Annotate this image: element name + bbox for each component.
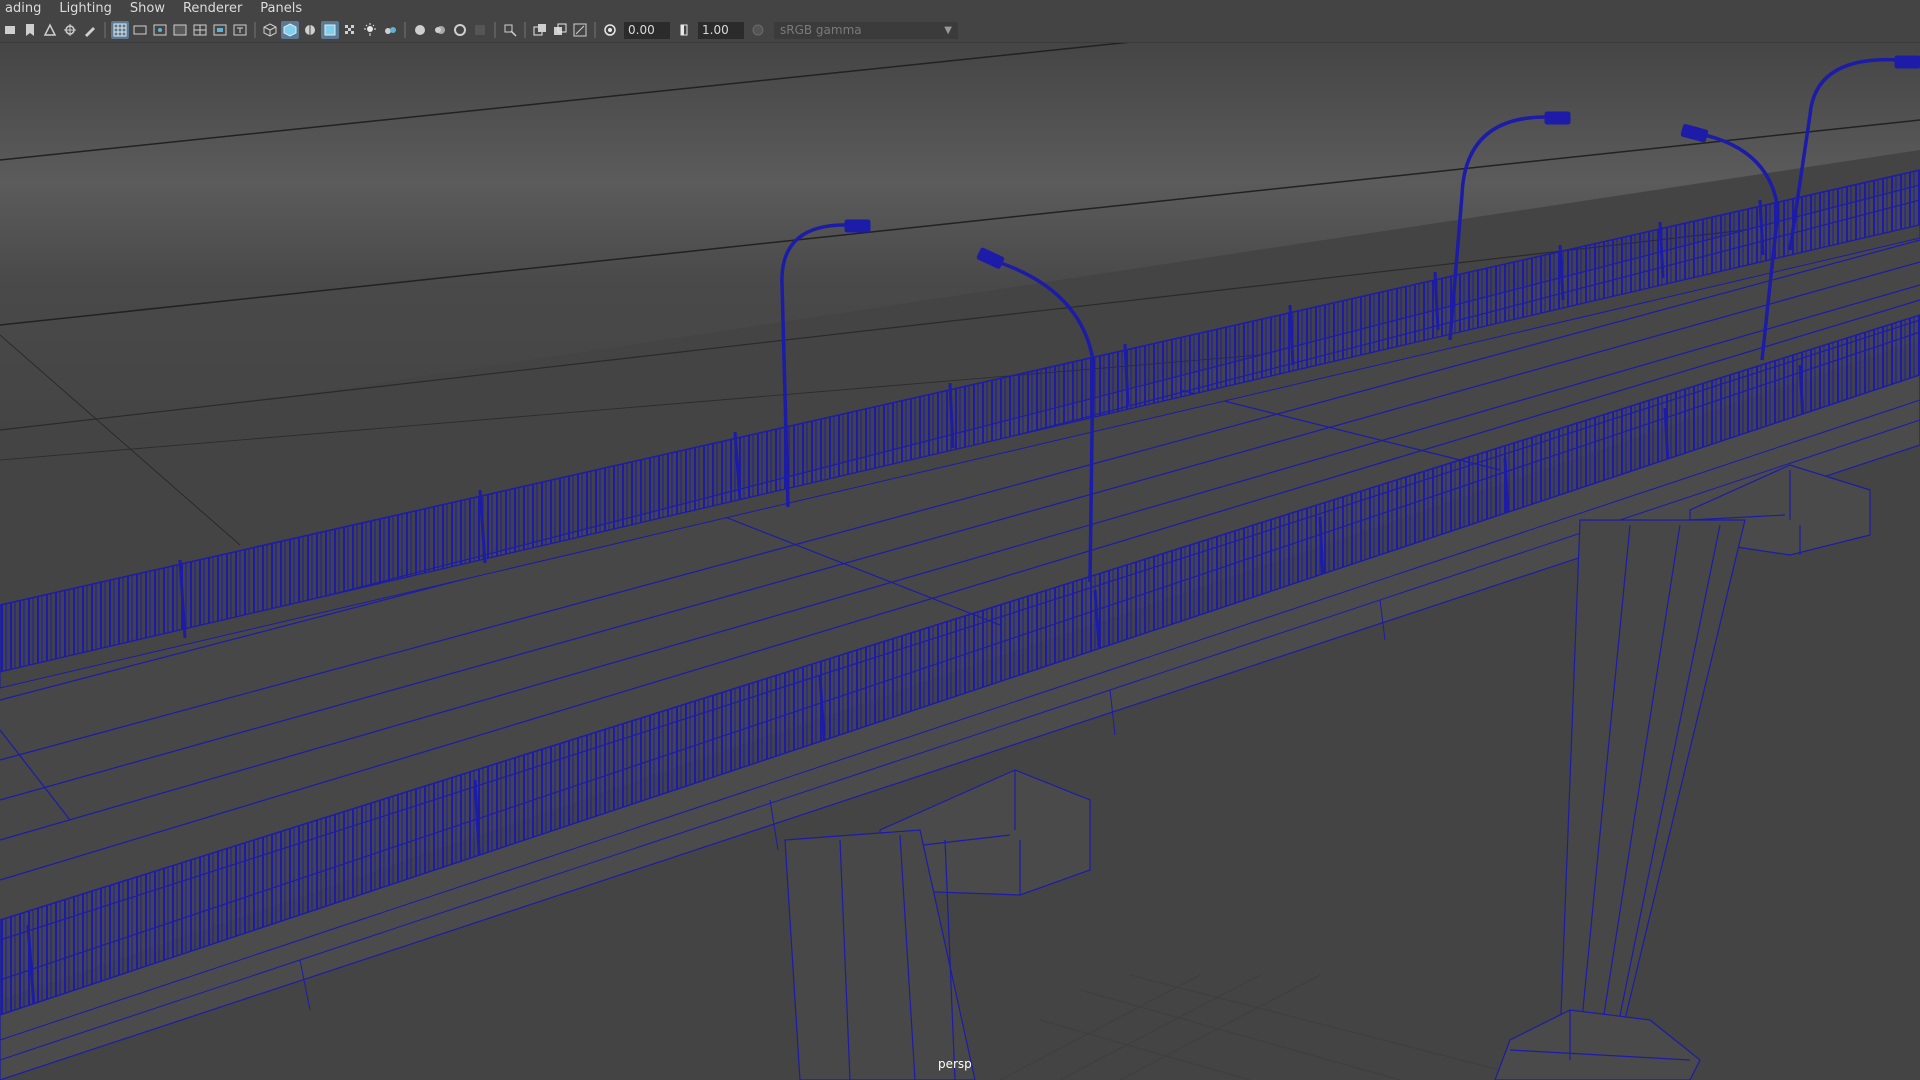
menu-shading[interactable]: ading <box>0 0 50 18</box>
color-management-icon[interactable] <box>749 21 767 39</box>
toolbar-divider <box>104 22 106 38</box>
panel-toolbar: 0.00 1.00 sRGB gamma ▼ <box>0 18 1920 43</box>
smooth-shade-icon[interactable] <box>281 21 299 39</box>
film-gate-icon[interactable] <box>131 21 149 39</box>
isolate-select-icon[interactable] <box>501 21 519 39</box>
xray-icon[interactable] <box>531 21 549 39</box>
exposure-field[interactable]: 0.00 <box>624 21 670 39</box>
gamma-field[interactable]: 1.00 <box>698 21 744 39</box>
toolbar-divider <box>254 22 256 38</box>
color-space-dropdown[interactable]: sRGB gamma ▼ <box>774 21 958 39</box>
pen-icon[interactable] <box>81 21 99 39</box>
textured-icon[interactable] <box>321 21 339 39</box>
depth-of-field-icon[interactable] <box>471 21 489 39</box>
menu-bar: ading Lighting Show Renderer Panels <box>0 0 1920 18</box>
anti-aliasing-icon[interactable] <box>451 21 469 39</box>
toolbar-divider <box>594 22 596 38</box>
camera-name-label: persp <box>938 1057 972 1071</box>
chevron-down-icon: ▼ <box>944 24 952 36</box>
safe-title-icon[interactable] <box>231 21 249 39</box>
xray-components-icon[interactable] <box>571 21 589 39</box>
lights-icon[interactable] <box>361 21 379 39</box>
menu-panels[interactable]: Panels <box>251 0 311 18</box>
toolbar-divider <box>404 22 406 38</box>
wireframe-icon[interactable] <box>261 21 279 39</box>
resolution-gate-icon[interactable] <box>151 21 169 39</box>
motion-blur-icon[interactable] <box>431 21 449 39</box>
toolbar-divider <box>524 22 526 38</box>
menu-lighting[interactable]: Lighting <box>50 0 121 18</box>
safe-action-icon[interactable] <box>211 21 229 39</box>
field-chart-icon[interactable] <box>191 21 209 39</box>
image-plane-icon[interactable] <box>61 21 79 39</box>
xray-active-icon[interactable] <box>551 21 569 39</box>
gate-mask-icon[interactable] <box>171 21 189 39</box>
gamma-icon[interactable] <box>675 21 693 39</box>
checker-icon[interactable] <box>341 21 359 39</box>
ambient-occlusion-icon[interactable] <box>411 21 429 39</box>
menu-renderer[interactable]: Renderer <box>174 0 251 18</box>
shadows-icon[interactable] <box>381 21 399 39</box>
wireframe-on-shaded-icon[interactable] <box>301 21 319 39</box>
camera-attributes-icon[interactable] <box>41 21 59 39</box>
perspective-viewport[interactable]: persp <box>0 43 1920 1080</box>
color-space-value: sRGB gamma <box>780 22 862 37</box>
select-camera-icon[interactable] <box>1 21 19 39</box>
exposure-icon[interactable] <box>601 21 619 39</box>
menu-show[interactable]: Show <box>121 0 174 18</box>
toolbar-divider <box>494 22 496 38</box>
grid-icon[interactable] <box>111 21 129 39</box>
bookmark-icon[interactable] <box>21 21 39 39</box>
scene-wireframe <box>0 43 1920 1080</box>
